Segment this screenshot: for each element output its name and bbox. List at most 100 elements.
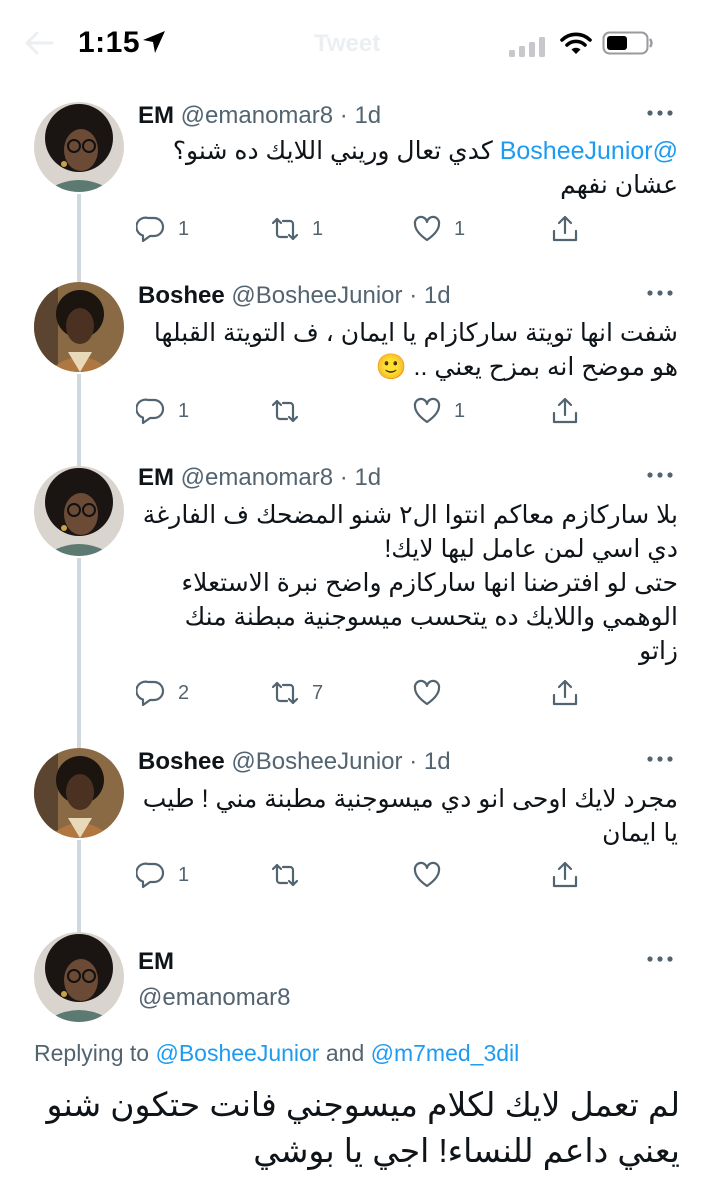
thread-line — [77, 558, 81, 748]
tweet-text: بلا ساركازم معاكم انتوا ال٢ شنو المضحك ف… — [138, 498, 678, 668]
author-handle[interactable]: @emanomar8 — [181, 464, 333, 491]
more-dots-icon[interactable] — [646, 288, 674, 298]
tweet-header: EM @emanomar8 · 1d — [138, 102, 381, 130]
like-button[interactable] — [412, 676, 454, 710]
avatar[interactable] — [34, 466, 124, 556]
tweet-time[interactable]: 1d — [424, 748, 451, 775]
heart-icon — [413, 397, 441, 424]
tweet-text-line: بلا ساركازم معاكم انتوا ال٢ شنو المضحك ف… — [142, 501, 678, 529]
author-name[interactable]: EM — [138, 948, 174, 976]
reply-icon — [136, 680, 165, 707]
avatar-boshee-image — [34, 748, 124, 838]
status-bar: 1:15 Tweet — [0, 0, 707, 86]
avatar-em-image — [34, 102, 124, 192]
tweet-3[interactable]: EM @emanomar8 · 1d بلا ساركازم معاكم انت… — [0, 462, 707, 748]
reply-icon — [136, 862, 165, 889]
more-dots-icon[interactable] — [646, 470, 674, 480]
tweet-2[interactable]: Boshee @BosheeJunior · 1d شفت انها تويتة… — [0, 280, 707, 470]
location-arrow-icon — [143, 31, 165, 53]
reply-button[interactable]: 1 — [136, 212, 189, 246]
like-button[interactable]: 1 — [412, 212, 465, 246]
page-title: Tweet — [314, 30, 381, 57]
like-button[interactable] — [412, 858, 454, 892]
reply-count: 1 — [178, 399, 190, 422]
share-button[interactable] — [550, 858, 580, 892]
tweet-actions: 1 1 — [132, 394, 602, 428]
tweet-text-line: الوهمي واللايك ده يتحسب ميسوجنية مبطنة م… — [184, 603, 678, 631]
separator-dot: · — [409, 748, 418, 775]
tweet-time[interactable]: 1d — [354, 102, 381, 129]
share-button[interactable] — [550, 394, 580, 428]
thread-line — [77, 194, 81, 294]
heart-icon — [413, 215, 441, 242]
separator-dot: · — [409, 282, 418, 309]
mention-link[interactable]: @m7med_3dil — [371, 1040, 520, 1066]
author-name[interactable]: EM — [138, 102, 174, 129]
battery-icon — [602, 31, 653, 55]
thread-line — [77, 840, 81, 934]
cellular-signal-icon — [509, 37, 545, 57]
author-name[interactable]: Boshee — [138, 748, 225, 775]
tweet-header: Boshee @BosheeJunior · 1d — [138, 282, 451, 310]
share-button[interactable] — [550, 676, 580, 710]
avatar-em-image — [34, 932, 124, 1022]
tweet-actions: 1 — [132, 858, 602, 892]
author-handle[interactable]: @emanomar8 — [181, 102, 333, 129]
avatar[interactable] — [34, 282, 124, 372]
retweet-button[interactable]: 1 — [270, 212, 323, 246]
wifi-icon — [560, 32, 592, 54]
tweet-text-line: لم تعمل لايك لكلام ميسوجني فانت حتكون شن… — [46, 1086, 680, 1123]
retweet-button[interactable] — [270, 858, 312, 892]
avatar[interactable] — [34, 932, 124, 1022]
reply-button[interactable]: 1 — [136, 394, 189, 428]
tweet-text-line: زاتو — [639, 637, 678, 665]
more-dots-icon[interactable] — [646, 754, 674, 764]
like-button[interactable]: 1 — [412, 394, 465, 428]
retweet-count: 1 — [312, 217, 324, 240]
tweet-4[interactable]: Boshee @BosheeJunior · 1d مجرد لايك اوحى… — [0, 746, 707, 934]
reply-button[interactable]: 1 — [136, 858, 189, 892]
author-handle[interactable]: @BosheeJunior — [231, 748, 402, 775]
share-icon — [552, 397, 578, 424]
tweet-1[interactable]: EM @emanomar8 · 1d @BosheeJunior كدي تعا… — [0, 96, 707, 294]
tweet-text-line: يا ايمان — [602, 819, 678, 847]
replying-to: Replying to @BosheeJunior and @m7med_3di… — [34, 1040, 519, 1067]
mention-link[interactable]: @BosheeJunior — [155, 1040, 319, 1066]
share-icon — [552, 679, 578, 706]
tweet-time[interactable]: 1d — [354, 464, 381, 491]
avatar[interactable] — [34, 102, 124, 192]
share-icon — [552, 861, 578, 888]
avatar[interactable] — [34, 748, 124, 838]
share-button[interactable] — [550, 212, 580, 246]
avatar-boshee-image — [34, 282, 124, 372]
author-name[interactable]: EM — [138, 464, 174, 491]
tweet-time[interactable]: 1d — [424, 282, 451, 309]
like-count: 1 — [454, 217, 466, 240]
retweet-icon — [271, 399, 299, 423]
author-handle[interactable]: @BosheeJunior — [231, 282, 402, 309]
more-dots-icon[interactable] — [646, 954, 674, 964]
reply-button[interactable]: 2 — [136, 676, 189, 710]
reply-count: 1 — [178, 863, 190, 886]
tweet-text-line: هو موضح انه بمزح يعني .. 🙂 — [375, 353, 678, 381]
back-arrow-icon[interactable] — [24, 30, 54, 56]
mention-link[interactable]: @BosheeJunior — [500, 137, 678, 165]
retweet-button[interactable] — [270, 394, 312, 428]
tweet-text: @BosheeJunior كدي تعال وريني اللايك ده ش… — [138, 134, 678, 202]
reply-icon — [136, 398, 165, 425]
tweet-text-line: حتى لو افترضنا انها ساركازم واضح نبرة ال… — [181, 569, 678, 597]
retweet-button[interactable]: 7 — [270, 676, 323, 710]
replying-prefix: Replying to — [34, 1040, 150, 1066]
like-count: 1 — [454, 399, 466, 422]
tweet-text-line: مجرد لايك اوحى انو دي ميسوجنية مطبنة مني… — [142, 785, 678, 813]
tweet-header: Boshee @BosheeJunior · 1d — [138, 748, 451, 776]
reply-count: 2 — [178, 681, 190, 704]
author-handle[interactable]: @emanomar8 — [138, 984, 290, 1012]
tweet-text-line: عشان نفهم — [560, 171, 678, 199]
more-dots-icon[interactable] — [646, 108, 674, 118]
thread-line — [77, 374, 81, 470]
tweet-text: شفت انها تويتة ساركازام يا ايمان ، ف الت… — [138, 316, 678, 384]
retweet-icon — [271, 681, 299, 705]
author-name[interactable]: Boshee — [138, 282, 225, 309]
tweet-text: مجرد لايك اوحى انو دي ميسوجنية مطبنة مني… — [138, 782, 678, 850]
